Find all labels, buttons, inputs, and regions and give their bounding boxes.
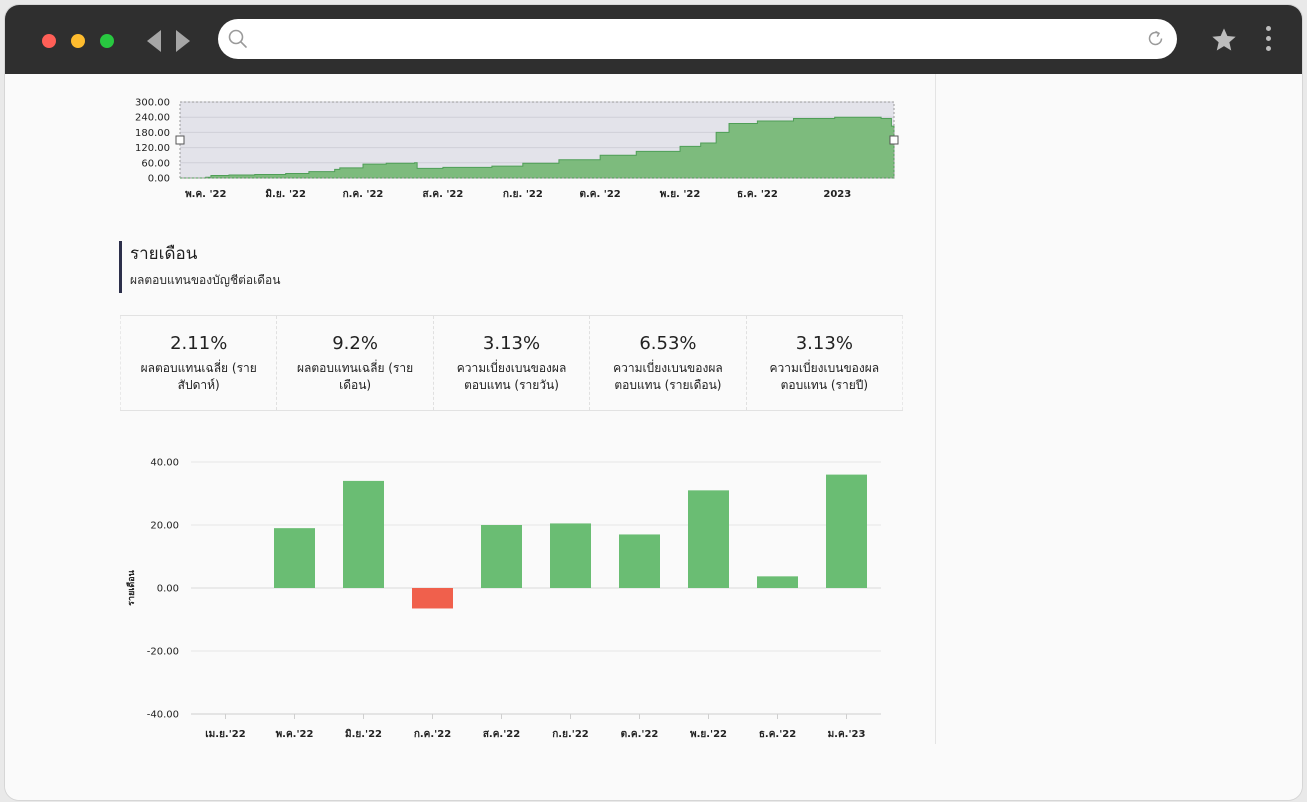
navigator-x-tick-label: ธ.ค. '22 [737, 189, 778, 200]
navigator-y-tick-label: 300.00 [135, 98, 170, 109]
bar-x-tick-label: ต.ค.'22 [621, 729, 659, 740]
stat-label: ความเบี่ยงเบนของผลตอบแทน (รายปี) [769, 361, 880, 392]
bar-3[interactable] [343, 480, 384, 588]
browser-window: 300.00 240.00 180.00 120.00 60.00 0.00 พ.ค. '2… [5, 5, 1302, 800]
bar-x-tick-label: พ.ย.'22 [690, 729, 727, 740]
bar-x-tick-label: มิ.ย.'22 [345, 728, 382, 740]
navigator-x-tick-label: ก.ย. '22 [503, 189, 543, 200]
stat-label: ผลตอบแทนเฉลี่ย (รายเดือน) [296, 361, 414, 392]
stat-card: 9.2% ผลตอบแทนเฉลี่ย (รายเดือน) [276, 316, 432, 410]
address-bar[interactable] [218, 19, 1177, 59]
bar-y-tick-label: -20.00 [147, 647, 179, 658]
bar-y-tick-label: -40.00 [147, 710, 179, 721]
navigator-x-tick-label: พ.ค. '22 [185, 189, 226, 200]
back-arrow-icon[interactable] [143, 27, 167, 55]
bar-y-axis-label: รายเดือน [125, 569, 137, 605]
navigator-left-handle[interactable] [175, 135, 185, 145]
bar-x-tick-label: ก.ย.'22 [552, 729, 589, 740]
bar-x-tick-label: ม.ค.'23 [828, 729, 866, 740]
stat-value: 9.2% [332, 333, 378, 354]
navigator-y-tick-label: 60.00 [141, 158, 170, 169]
stat-label: ความเบี่ยงเบนของผลตอบแทน (รายวัน) [456, 361, 567, 392]
right-column-divider [935, 74, 936, 744]
page-content: 300.00 240.00 180.00 120.00 60.00 0.00 พ.ค. '2… [5, 74, 1302, 800]
monthly-return-bar-chart: 40.00 20.00 0.00 -20.00 -40.00 รายเดือนเม.ย.'… [125, 458, 881, 740]
bar-8[interactable] [688, 490, 729, 588]
bar-y-tick-label: 20.00 [150, 521, 179, 532]
stat-label: ความเบี่ยงเบนของผลตอบแทน (รายเดือน) [613, 361, 723, 392]
navigator-y-tick-label: 180.00 [135, 128, 170, 139]
navigator-x-tick-label: ส.ค. '22 [422, 189, 463, 200]
navigator-y-tick-label: 0.00 [148, 174, 170, 185]
stat-label: ผลตอบแทนเฉลี่ย (รายสัปดาห์) [140, 361, 257, 392]
search-icon [228, 29, 247, 48]
reload-icon[interactable] [1146, 29, 1166, 49]
bar-10[interactable] [826, 474, 867, 588]
bar-x-tick-label: ก.ค.'22 [414, 729, 451, 740]
close-window-button[interactable] [42, 34, 56, 48]
stat-card: 3.13% ความเบี่ยงเบนของผลตอบแทน (รายปี) [745, 316, 904, 410]
navigator-x-tick-label: ก.ค. '22 [343, 189, 384, 200]
navigator-right-handle[interactable] [889, 135, 899, 145]
maximize-window-button[interactable] [100, 34, 114, 48]
stat-value: 3.13% [795, 333, 853, 354]
stat-value: 3.13% [482, 333, 541, 354]
bar-9[interactable] [757, 576, 798, 588]
stat-card: 6.53% ความเบี่ยงเบนของผลตอบแทน (รายเดือน… [589, 316, 745, 410]
navigator-x-tick-label: พ.ย. '22 [660, 189, 701, 200]
monthly-section-header: รายเดือน ผลตอบแทนของบัญชีต่อเดือน [119, 241, 280, 293]
bar-5[interactable] [481, 525, 522, 588]
stat-value: 2.11% [170, 333, 228, 354]
stat-card: 3.13% ความเบี่ยงเบนของผลตอบแทน (รายวัน) [432, 316, 589, 410]
navigator-y-tick-label: 120.00 [135, 143, 170, 154]
navigator-x-tick-label: ต.ค. '22 [580, 189, 621, 200]
bar-4[interactable] [412, 588, 453, 609]
cumulative-return-chart: 300.00 240.00 180.00 120.00 60.00 0.00 พ.ค. '2… [135, 98, 899, 200]
bar-x-tick-label: ส.ค.'22 [483, 729, 520, 740]
forward-arrow-icon[interactable] [170, 27, 194, 55]
stats-row: 2.11% ผลตอบแทนเฉลี่ย (รายสัปดาห์) 9.2% ผ… [120, 315, 904, 411]
browser-toolbar [5, 5, 1302, 74]
navigator-x-tick-label: 2023 [823, 189, 851, 200]
stat-value: 6.53% [639, 333, 697, 354]
star-icon[interactable] [1210, 26, 1238, 54]
bar-x-tick-label: เม.ย.'22 [205, 729, 245, 740]
bar-x-tick-label: พ.ค.'22 [276, 729, 314, 740]
stat-card: 2.11% ผลตอบแทนเฉลี่ย (รายสัปดาห์) [120, 316, 276, 410]
bar-y-tick-label: 0.00 [157, 584, 179, 595]
minimize-window-button[interactable] [71, 34, 85, 48]
section-title: รายเดือน [130, 244, 198, 264]
bar-6[interactable] [550, 523, 591, 588]
navigator-x-tick-label: มิ.ย. '22 [265, 188, 306, 200]
bar-2[interactable] [274, 528, 315, 588]
bar-y-tick-label: 40.00 [150, 458, 179, 469]
section-subtitle: ผลตอบแทนของบัญชีต่อเดือน [130, 273, 281, 287]
url-input[interactable] [260, 25, 1134, 55]
navigator-y-tick-label: 240.00 [135, 113, 170, 124]
bar-7[interactable] [619, 534, 660, 588]
more-icon[interactable] [1261, 23, 1275, 55]
bar-x-tick-label: ธ.ค.'22 [759, 729, 796, 740]
